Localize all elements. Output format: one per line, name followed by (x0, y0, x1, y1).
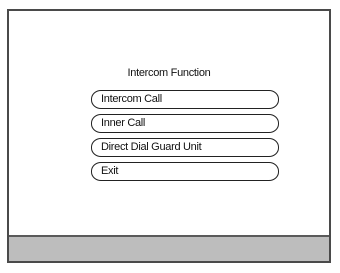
intercom-menu-screen: Intercom Function Intercom Call Inner Ca… (9, 11, 329, 235)
device-screen-frame: Intercom Function Intercom Call Inner Ca… (7, 9, 331, 263)
inner-call-button[interactable]: Inner Call (91, 114, 279, 133)
menu-title: Intercom Function (127, 67, 211, 79)
status-bar (9, 235, 329, 261)
direct-dial-guard-unit-button[interactable]: Direct Dial Guard Unit (91, 138, 279, 157)
intercom-call-button[interactable]: Intercom Call (91, 90, 279, 109)
exit-button[interactable]: Exit (91, 162, 279, 181)
intercom-menu: Intercom Call Inner Call Direct Dial Gua… (91, 90, 279, 186)
